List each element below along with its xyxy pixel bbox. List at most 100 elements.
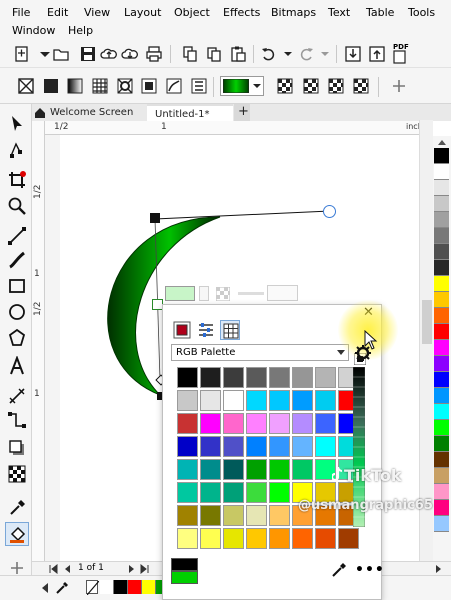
palette-color-swatch[interactable]	[434, 180, 449, 196]
palette-color-swatch[interactable]	[434, 276, 449, 292]
save-icon[interactable]	[79, 45, 97, 63]
color-swatch[interactable]	[292, 528, 313, 549]
transparency-value-field[interactable]	[267, 285, 298, 301]
color-swatch[interactable]	[292, 390, 313, 411]
menu-help[interactable]: Help	[68, 24, 93, 38]
checker-fill-2-icon[interactable]	[302, 77, 320, 95]
transparency-tool-icon[interactable]	[7, 464, 27, 484]
menu-window[interactable]: Window	[12, 24, 55, 38]
connector-tool-icon[interactable]	[7, 410, 27, 430]
color-sliders-icon[interactable]	[197, 321, 215, 339]
cut-icon[interactable]	[181, 45, 199, 63]
palette-color-swatch[interactable]	[434, 420, 449, 436]
palette-color-swatch[interactable]	[434, 340, 449, 356]
palette-color-swatch[interactable]	[434, 308, 449, 324]
color-swatch[interactable]	[223, 413, 244, 434]
palette-color-swatch[interactable]	[434, 436, 449, 452]
artistic-media-tool-icon[interactable]	[7, 250, 27, 270]
outline-color-swatch[interactable]	[171, 558, 198, 571]
texture-fill-icon[interactable]	[165, 77, 183, 95]
color-swatch[interactable]	[200, 367, 221, 388]
pick-tool-icon[interactable]	[7, 114, 27, 134]
color-swatch[interactable]	[269, 367, 290, 388]
cloud-download-icon[interactable]	[121, 45, 139, 63]
scroll-thumb[interactable]	[422, 300, 432, 344]
palette-color-swatch[interactable]	[434, 452, 449, 468]
palette-color-swatch[interactable]	[434, 260, 449, 276]
color-palettes-tab[interactable]	[220, 320, 240, 340]
more-options-icon[interactable]: •••	[355, 562, 385, 578]
menu-bitmaps[interactable]: Bitmaps	[271, 6, 316, 20]
color-swatch[interactable]	[338, 528, 359, 549]
menu-edit[interactable]: Edit	[47, 6, 68, 20]
color-swatch[interactable]	[269, 482, 290, 503]
color-swatch[interactable]	[269, 413, 290, 434]
palette-color-swatch[interactable]	[434, 228, 449, 244]
redo-dropdown-icon[interactable]	[316, 45, 334, 63]
color-swatch[interactable]	[315, 436, 336, 457]
menu-layout[interactable]: Layout	[124, 6, 161, 20]
color-swatch[interactable]	[315, 413, 336, 434]
shape-tool-icon[interactable]	[7, 140, 27, 160]
color-swatch[interactable]	[246, 413, 267, 434]
color-swatch[interactable]	[223, 482, 244, 503]
parallel-dimension-tool-icon[interactable]	[7, 386, 27, 406]
palette-color-swatch[interactable]	[434, 484, 449, 500]
fill-color-swatch[interactable]	[171, 571, 198, 584]
document-palette-swatch[interactable]	[100, 580, 114, 594]
checker-fill-3-icon[interactable]	[327, 77, 345, 95]
export-icon[interactable]	[368, 45, 386, 63]
palette-color-swatch[interactable]	[434, 468, 449, 484]
menu-effects[interactable]: Effects	[223, 6, 260, 20]
document-palette-swatch[interactable]	[128, 580, 142, 594]
color-swatch[interactable]	[269, 505, 290, 526]
next-page-icon[interactable]	[127, 564, 137, 574]
menu-tools[interactable]: Tools	[408, 6, 435, 20]
palette-left-icon[interactable]	[40, 582, 50, 594]
postscript-fill-icon[interactable]	[190, 77, 208, 95]
checker-fill-icon[interactable]	[276, 77, 294, 95]
polygon-tool-icon[interactable]	[7, 328, 27, 348]
color-swatch[interactable]	[177, 482, 198, 503]
freehand-tool-icon[interactable]	[7, 226, 27, 246]
print-icon[interactable]	[145, 45, 163, 63]
paste-icon[interactable]	[229, 45, 247, 63]
add-toolbar-icon[interactable]	[390, 77, 408, 95]
color-swatch[interactable]	[269, 390, 290, 411]
interactive-fill-tool-button[interactable]	[5, 522, 29, 546]
redo-icon[interactable]	[297, 45, 315, 63]
scroll-right-icon[interactable]	[434, 564, 444, 574]
color-swatch[interactable]	[200, 505, 221, 526]
color-swatch[interactable]	[246, 367, 267, 388]
copy-icon[interactable]	[205, 45, 223, 63]
color-swatch[interactable]	[292, 367, 313, 388]
color-swatch[interactable]	[246, 528, 267, 549]
add-tab-button[interactable]: +	[234, 104, 250, 121]
node-color-swatch[interactable]	[165, 286, 195, 301]
color-swatch[interactable]	[200, 482, 221, 503]
color-swatch[interactable]	[292, 459, 313, 480]
palette-color-swatch[interactable]	[434, 500, 449, 516]
color-swatch[interactable]	[223, 528, 244, 549]
vector-pattern-fill-icon[interactable]	[91, 77, 109, 95]
document-palette-swatch[interactable]	[114, 580, 128, 594]
undo-dropdown-icon[interactable]	[279, 45, 297, 63]
color-swatch[interactable]	[223, 459, 244, 480]
vertical-scrollbar[interactable]	[419, 120, 433, 561]
two-color-fill-icon[interactable]	[140, 77, 158, 95]
color-swatch[interactable]	[223, 367, 244, 388]
transparency-swatch-icon[interactable]	[216, 287, 230, 301]
first-page-icon[interactable]	[48, 564, 58, 574]
color-swatch[interactable]	[269, 528, 290, 549]
control-handle[interactable]	[323, 205, 336, 218]
color-swatch[interactable]	[177, 528, 198, 549]
node-color-dropdown[interactable]	[199, 286, 209, 301]
color-swatch[interactable]	[200, 459, 221, 480]
color-swatch[interactable]	[315, 528, 336, 549]
color-swatch[interactable]	[177, 436, 198, 457]
palette-color-swatch[interactable]	[434, 516, 449, 532]
undo-icon[interactable]	[260, 45, 278, 63]
zoom-tool-icon[interactable]	[7, 196, 27, 216]
color-swatch[interactable]	[200, 413, 221, 434]
color-swatch[interactable]	[315, 390, 336, 411]
